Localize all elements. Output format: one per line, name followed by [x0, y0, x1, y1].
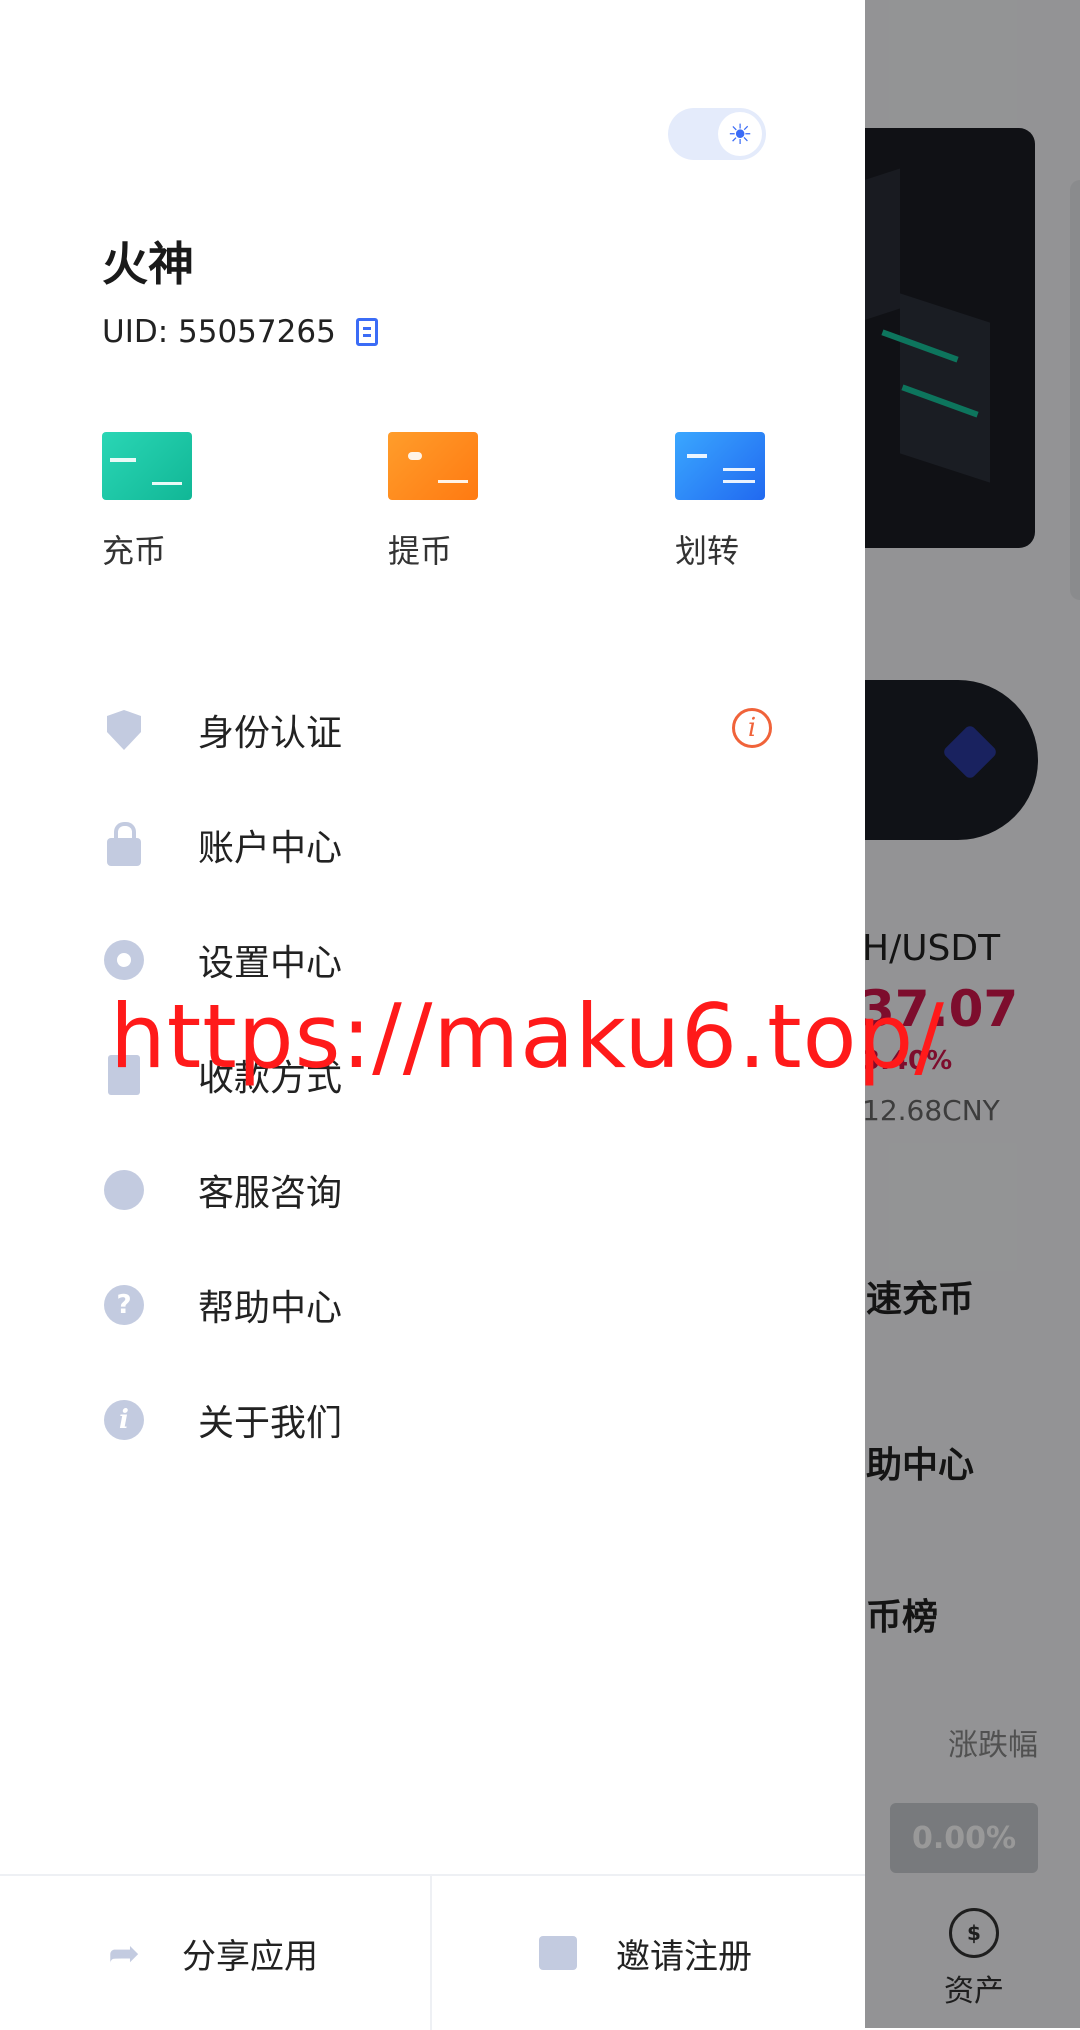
uid-text: UID: 55057265	[102, 314, 336, 350]
menu-item-help[interactable]: ? 帮助中心	[102, 1265, 772, 1345]
withdraw-button[interactable]: 提币	[388, 432, 528, 572]
theme-toggle[interactable]: ☀	[668, 108, 766, 160]
transfer-label: 划转	[675, 532, 740, 570]
menu-item-label: 帮助中心	[198, 1288, 343, 1329]
headset-icon	[102, 1168, 146, 1212]
info-icon: i	[102, 1398, 146, 1442]
transfer-card-icon	[675, 432, 765, 500]
menu-item-label: 设置中心	[198, 943, 343, 984]
menu-item-account[interactable]: 账户中心	[102, 805, 772, 885]
menu-item-label: 账户中心	[198, 828, 343, 869]
deposit-card-icon	[102, 432, 192, 500]
share-arrow-icon: ➦	[108, 1931, 140, 1975]
invite-register-label: 邀请注册	[616, 1936, 752, 1977]
menu-item-label: 身份认证	[198, 713, 343, 754]
menu-item-identity[interactable]: 身份认证 i	[102, 690, 772, 770]
menu-item-about[interactable]: i 关于我们	[102, 1380, 772, 1460]
withdraw-wallet-icon	[388, 432, 478, 500]
share-app-label: 分享应用	[182, 1936, 318, 1977]
share-app-button[interactable]: ➦ 分享应用	[0, 1876, 432, 2030]
invite-message-icon	[536, 1933, 580, 1973]
question-icon: ?	[102, 1283, 146, 1327]
menu-item-label: 客服咨询	[198, 1173, 343, 1214]
gear-icon	[102, 938, 146, 982]
username: 火神	[102, 237, 194, 291]
deposit-label: 充币	[102, 532, 167, 570]
transfer-button[interactable]: 划转	[675, 432, 815, 572]
lock-icon	[102, 822, 146, 867]
uid-row: UID: 55057265	[102, 314, 378, 350]
invite-register-button[interactable]: 邀请注册	[432, 1876, 864, 2030]
copy-icon[interactable]	[355, 318, 378, 346]
withdraw-label: 提币	[388, 532, 453, 570]
watermark-url: https://maku6.top/	[110, 985, 945, 1088]
info-warning-icon: i	[732, 708, 772, 748]
sun-icon: ☀	[718, 112, 762, 156]
drawer-bottom-bar: ➦ 分享应用 邀请注册	[0, 1874, 865, 2030]
shield-check-icon	[102, 708, 146, 752]
menu-item-support[interactable]: 客服咨询	[102, 1150, 772, 1230]
menu-item-label: 关于我们	[198, 1403, 343, 1444]
deposit-button[interactable]: 充币	[102, 432, 242, 572]
